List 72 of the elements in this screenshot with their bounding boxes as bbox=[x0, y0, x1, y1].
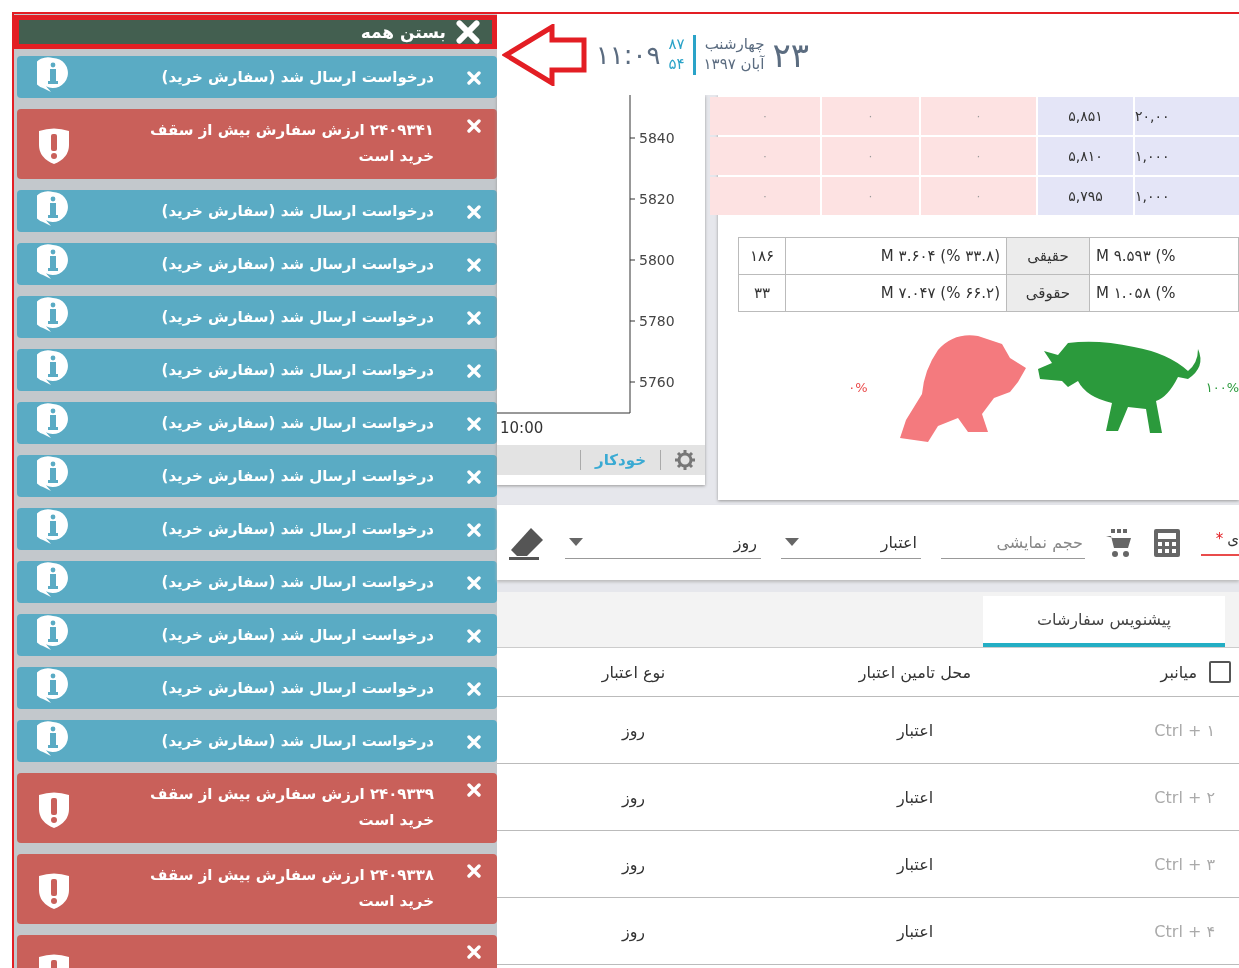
table-cell-text: اعتبار bbox=[895, 854, 935, 874]
notification-text: درخواست ارسال شد (سفارش خرید) bbox=[160, 571, 435, 593]
tab[interactable]: پیشنویس سفارشات bbox=[983, 596, 1225, 647]
table-cell: ۰ bbox=[921, 137, 1036, 175]
y-tick-label: 5780 bbox=[639, 313, 675, 329]
display-volume-field[interactable]: حجم نمایشی bbox=[941, 526, 1085, 559]
count-cell: ۱۸۶ bbox=[738, 237, 786, 275]
notification-text: درخواست ارسال شد (سفارش خرید) bbox=[160, 518, 435, 540]
notification-text: درخواست ارسال شد (سفارش خرید) bbox=[160, 677, 435, 699]
count-cell: ۳۳ bbox=[738, 274, 786, 312]
index-value: ۸۷ bbox=[668, 35, 685, 55]
shortcut-cell-text: Ctrl + ۴ bbox=[1153, 921, 1216, 941]
row-label: حقوقی bbox=[1006, 274, 1090, 312]
day-number: ۲۳ bbox=[772, 34, 809, 75]
table-cell: ۰ bbox=[822, 97, 919, 135]
shortcut-cell-text: Ctrl + ۲ bbox=[1153, 787, 1216, 807]
buy-volume-cell: M ۹.۵۹۳ (% bbox=[1089, 237, 1239, 275]
notification-text: درخواست ارسال شد (سفارش خرید) bbox=[160, 253, 435, 275]
notification-text: درخواست ارسال شد (سفارش خرید) bbox=[160, 66, 435, 88]
table-cell-text: روز bbox=[620, 787, 647, 807]
table-cell: ۰ bbox=[921, 177, 1036, 215]
table-cell: ۰ bbox=[921, 97, 1036, 135]
weekday-label: چهارشنب bbox=[703, 35, 765, 55]
close-all-button[interactable]: بستن همه bbox=[14, 15, 497, 49]
notification-text: ۲۴۰۹۳۳۸ ارزش سفارش بیش از سقف خرید است bbox=[149, 865, 435, 913]
notification-text: درخواست ارسال شد (سفارش خرید) bbox=[160, 624, 435, 646]
notification-text: درخواست ارسال شد (سفارش خرید) bbox=[160, 359, 435, 381]
table-cell-text: روز bbox=[620, 720, 647, 740]
y-tick-label: 5820 bbox=[639, 191, 675, 207]
shortcut-cell-text: Ctrl + ۱ bbox=[1153, 720, 1216, 740]
credit-dropdown[interactable]: اعتبار bbox=[781, 526, 921, 559]
buy-percent: ۱۰۰% bbox=[1205, 379, 1239, 395]
clock-time: ۱۱:۰۹ bbox=[595, 39, 661, 70]
notification-text: ۲۴۰۹۳۴۱ ارزش سفارش بیش از سقف خرید است bbox=[149, 120, 435, 168]
table-cell: ۰ bbox=[710, 97, 820, 135]
table-cell-text: روز bbox=[620, 854, 647, 874]
row-label: حقیقی bbox=[1006, 237, 1090, 275]
table-cell: ۰ bbox=[822, 177, 919, 215]
notification-text: ۲۴۰۹۳۳۹ ارزش سفارش بیش از سقف خرید است bbox=[149, 784, 435, 832]
required-field[interactable]: ی * bbox=[1201, 529, 1239, 556]
sell-volume-cell: M ۷.۰۴۷ (% ۶۶.۲) bbox=[785, 274, 1007, 312]
column-header: محل تامین اعتبار bbox=[857, 662, 973, 682]
price-cell: ۵,۸۵۱ bbox=[1038, 97, 1133, 135]
table-cell-text: روز bbox=[620, 921, 647, 941]
price-cell: ۵,۷۹۵ bbox=[1038, 177, 1133, 215]
column-header: نوع اعتبار bbox=[600, 662, 667, 682]
y-tick-label: 5800 bbox=[639, 252, 675, 268]
x-tick-label: 10:00 bbox=[500, 419, 544, 437]
price-cell: ۵,۸۱۰ bbox=[1038, 137, 1133, 175]
validity-dropdown[interactable]: روز bbox=[565, 526, 761, 559]
shortcut-cell-text: Ctrl + ۳ bbox=[1153, 854, 1216, 874]
volume-cell: ۲۰,۰۰ bbox=[1135, 97, 1239, 135]
volume-cell: ۱,۰۰۰ bbox=[1135, 137, 1239, 175]
sell-percent: ۰% bbox=[848, 379, 868, 395]
date-label: آبان ۱۳۹۷ bbox=[703, 54, 765, 74]
volume-cell: ۱,۰۰۰ bbox=[1135, 177, 1239, 215]
sell-volume-cell: M ۳.۶۰۴ (% ۳۳.۸) bbox=[785, 237, 1007, 275]
y-tick-label: 5840 bbox=[639, 130, 675, 146]
notification-text: درخواست ارسال شد (سفارش خرید) bbox=[160, 200, 435, 222]
y-tick-label: 5760 bbox=[639, 374, 675, 390]
table-cell-text: اعتبار bbox=[895, 787, 935, 807]
table-cell-text: اعتبار bbox=[895, 720, 935, 740]
table-cell: ۰ bbox=[822, 137, 919, 175]
table-cell: ۰ bbox=[710, 137, 820, 175]
notification-text: درخواست ارسال شد (سفارش خرید) bbox=[160, 412, 435, 434]
column-header: میانبر bbox=[1160, 662, 1197, 682]
notification-text: درخواست ارسال شد (سفارش خرید) bbox=[160, 306, 435, 328]
notification-text: درخواست ارسال شد (سفارش خرید) bbox=[160, 730, 435, 752]
index-value: ۵۴ bbox=[668, 54, 685, 74]
table-cell: ۰ bbox=[710, 177, 820, 215]
table-cell-text: اعتبار bbox=[895, 921, 935, 941]
notification-text: درخواست ارسال شد (سفارش خرید) bbox=[160, 465, 435, 487]
